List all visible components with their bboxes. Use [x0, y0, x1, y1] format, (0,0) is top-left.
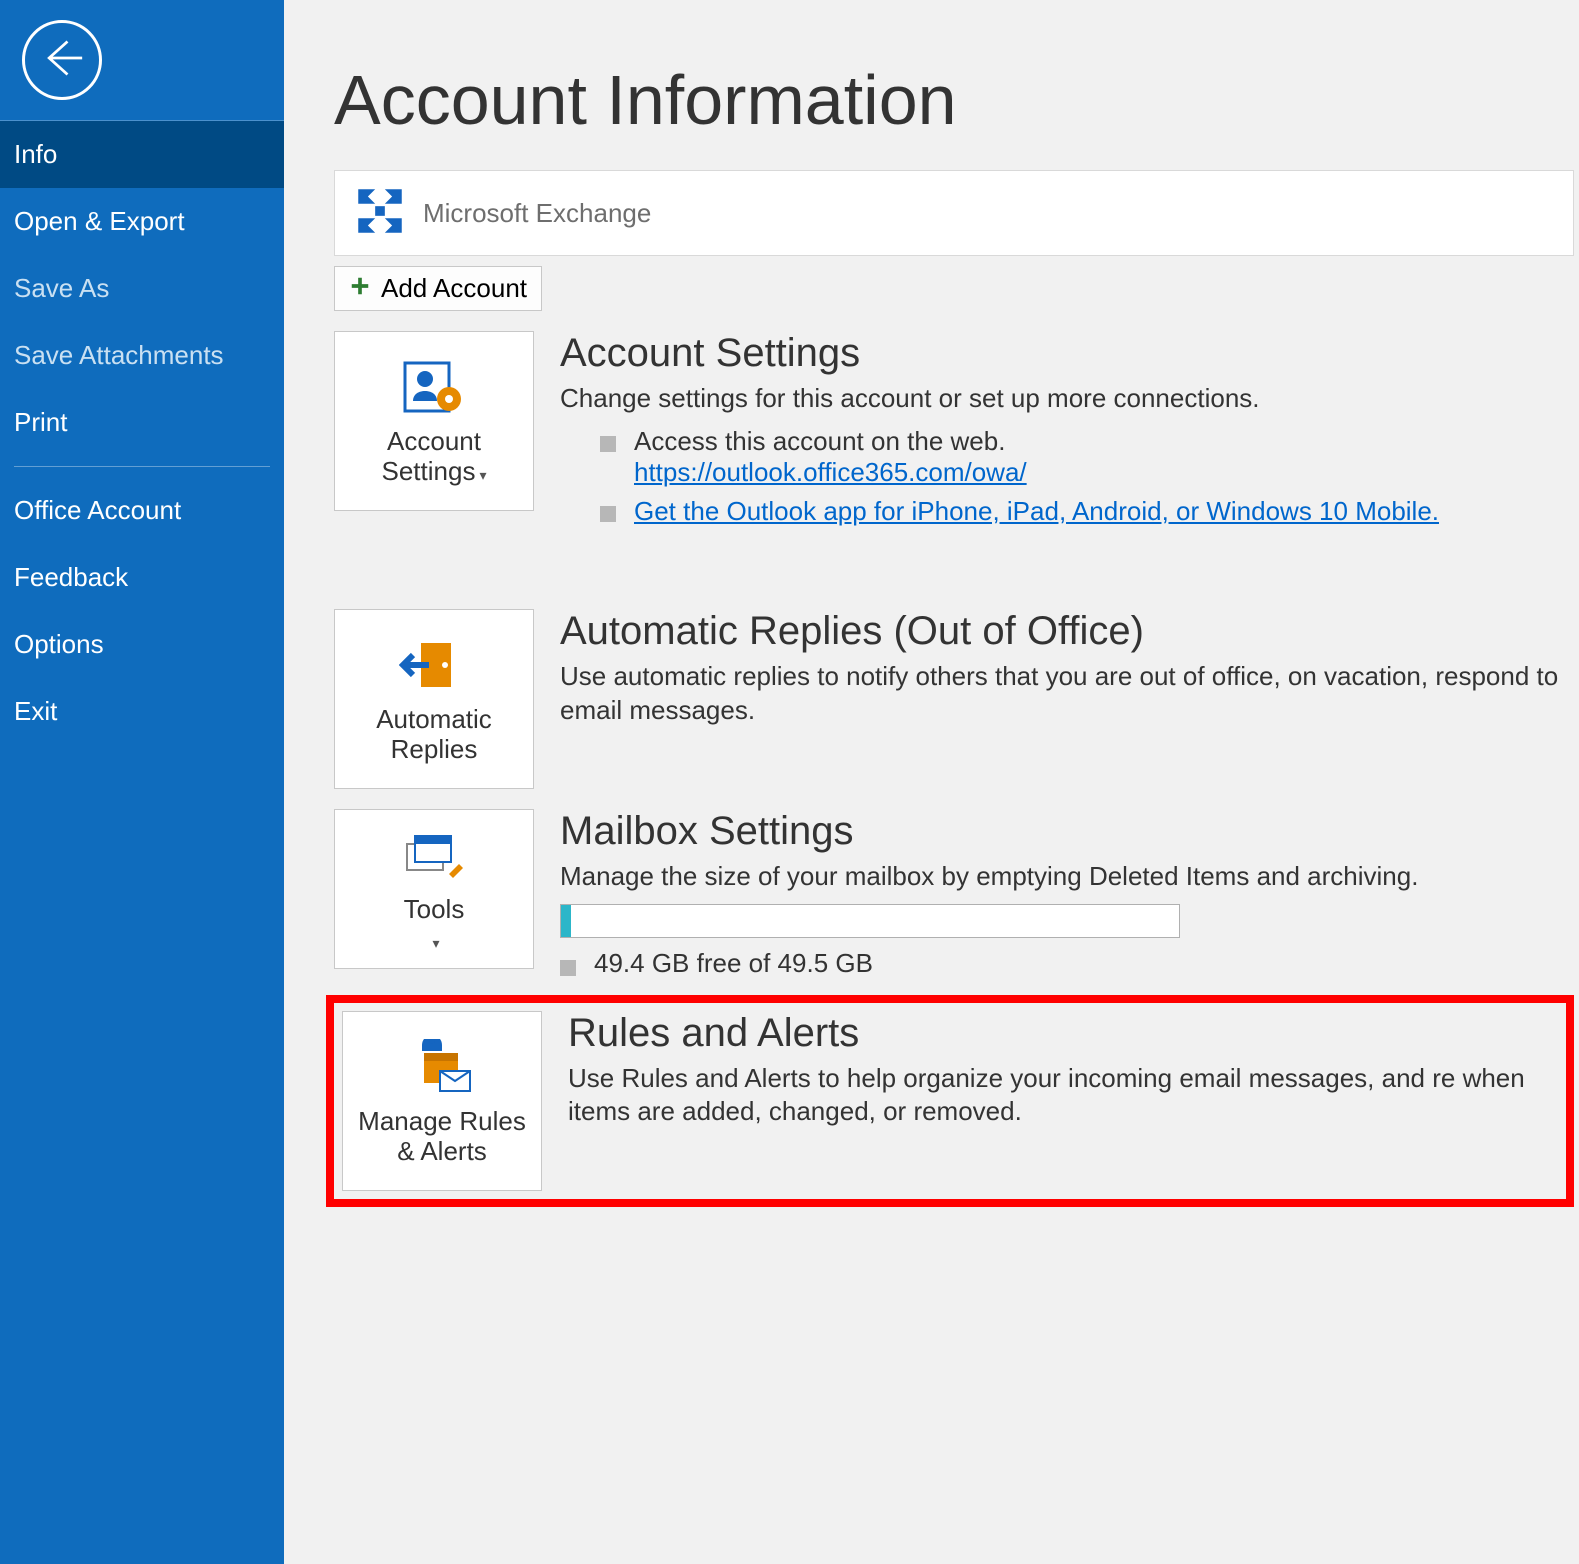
account-settings-icon — [394, 355, 474, 419]
automatic-replies-button[interactable]: Automatic Replies — [334, 609, 534, 789]
tools-button-label: Tools▾ — [404, 895, 465, 955]
automatic-replies-button-label: Automatic Replies — [341, 705, 527, 765]
mailbox-settings-desc: Manage the size of your mailbox by empty… — [560, 860, 1579, 894]
automatic-replies-desc: Use automatic replies to notify others t… — [560, 660, 1579, 728]
back-arrow-icon — [40, 36, 84, 85]
tools-button[interactable]: Tools▾ — [334, 809, 534, 969]
account-settings-button-label: Account Settings▾ — [341, 427, 527, 487]
add-account-label: Add Account — [381, 273, 527, 304]
section-mailbox-settings: Tools▾ Mailbox Settings Manage the size … — [334, 809, 1579, 979]
sidebar-item-info[interactable]: Info — [0, 121, 284, 188]
sidebar-item-open-export[interactable]: Open & Export — [0, 188, 284, 255]
sidebar-item-options[interactable]: Options — [0, 611, 284, 678]
access-web-text: Access this account on the web. — [634, 426, 1005, 457]
backstage-sidebar: Info Open & Export Save As Save Attachme… — [0, 0, 284, 1564]
rules-alerts-desc: Use Rules and Alerts to help organize yo… — [568, 1062, 1558, 1130]
mailbox-settings-title: Mailbox Settings — [560, 809, 1579, 854]
manage-rules-alerts-button[interactable]: Manage Rules & Alerts — [342, 1011, 542, 1191]
section-rules-alerts: Manage Rules & Alerts Rules and Alerts U… — [342, 1011, 1558, 1191]
tools-icon — [394, 823, 474, 887]
page-title: Account Information — [334, 60, 1579, 140]
account-settings-button[interactable]: Account Settings▾ — [334, 331, 534, 511]
rules-alerts-title: Rules and Alerts — [568, 1011, 1558, 1056]
chevron-down-icon: ▾ — [479, 467, 486, 483]
account-selector[interactable]: Microsoft Exchange — [334, 170, 1574, 256]
account-settings-desc: Change settings for this account or set … — [560, 382, 1579, 416]
mailbox-storage-fill — [561, 905, 571, 937]
sidebar-item-exit[interactable]: Exit — [0, 678, 284, 745]
back-button[interactable] — [22, 20, 102, 100]
rules-alerts-icon — [402, 1035, 482, 1099]
sidebar-nav: Info Open & Export Save As Save Attachme… — [0, 120, 284, 745]
exchange-icon — [351, 182, 423, 245]
owa-link[interactable]: https://outlook.office365.com/owa/ — [634, 457, 1027, 487]
account-type-label: Microsoft Exchange — [423, 198, 651, 229]
sidebar-item-save-attachments[interactable]: Save Attachments — [0, 322, 284, 389]
mailbox-free-text: 49.4 GB free of 49.5 GB — [594, 948, 873, 979]
account-settings-title: Account Settings — [560, 331, 1579, 376]
highlight-box: Manage Rules & Alerts Rules and Alerts U… — [326, 995, 1574, 1207]
plus-icon — [349, 273, 371, 304]
bullet-icon — [600, 436, 616, 452]
sidebar-item-print[interactable]: Print — [0, 389, 284, 456]
automatic-replies-title: Automatic Replies (Out of Office) — [560, 609, 1579, 654]
section-account-settings: Account Settings▾ Account Settings Chang… — [334, 331, 1579, 529]
add-account-button[interactable]: Add Account — [334, 266, 542, 311]
bullet-icon — [600, 506, 616, 522]
bullet-icon — [560, 960, 576, 976]
sidebar-separator — [14, 466, 270, 467]
sidebar-item-office-account[interactable]: Office Account — [0, 477, 284, 544]
mailbox-storage-bar — [560, 904, 1180, 938]
sidebar-item-feedback[interactable]: Feedback — [0, 544, 284, 611]
manage-rules-alerts-button-label: Manage Rules & Alerts — [349, 1107, 535, 1167]
get-outlook-app-link[interactable]: Get the Outlook app for iPhone, iPad, An… — [634, 496, 1439, 527]
section-automatic-replies: Automatic Replies Automatic Replies (Out… — [334, 609, 1579, 789]
chevron-down-icon: ▾ — [432, 935, 439, 951]
automatic-replies-icon — [394, 633, 474, 697]
main-pane: Account Information Microsoft Exchange A… — [284, 0, 1579, 1564]
sidebar-item-save-as[interactable]: Save As — [0, 255, 284, 322]
